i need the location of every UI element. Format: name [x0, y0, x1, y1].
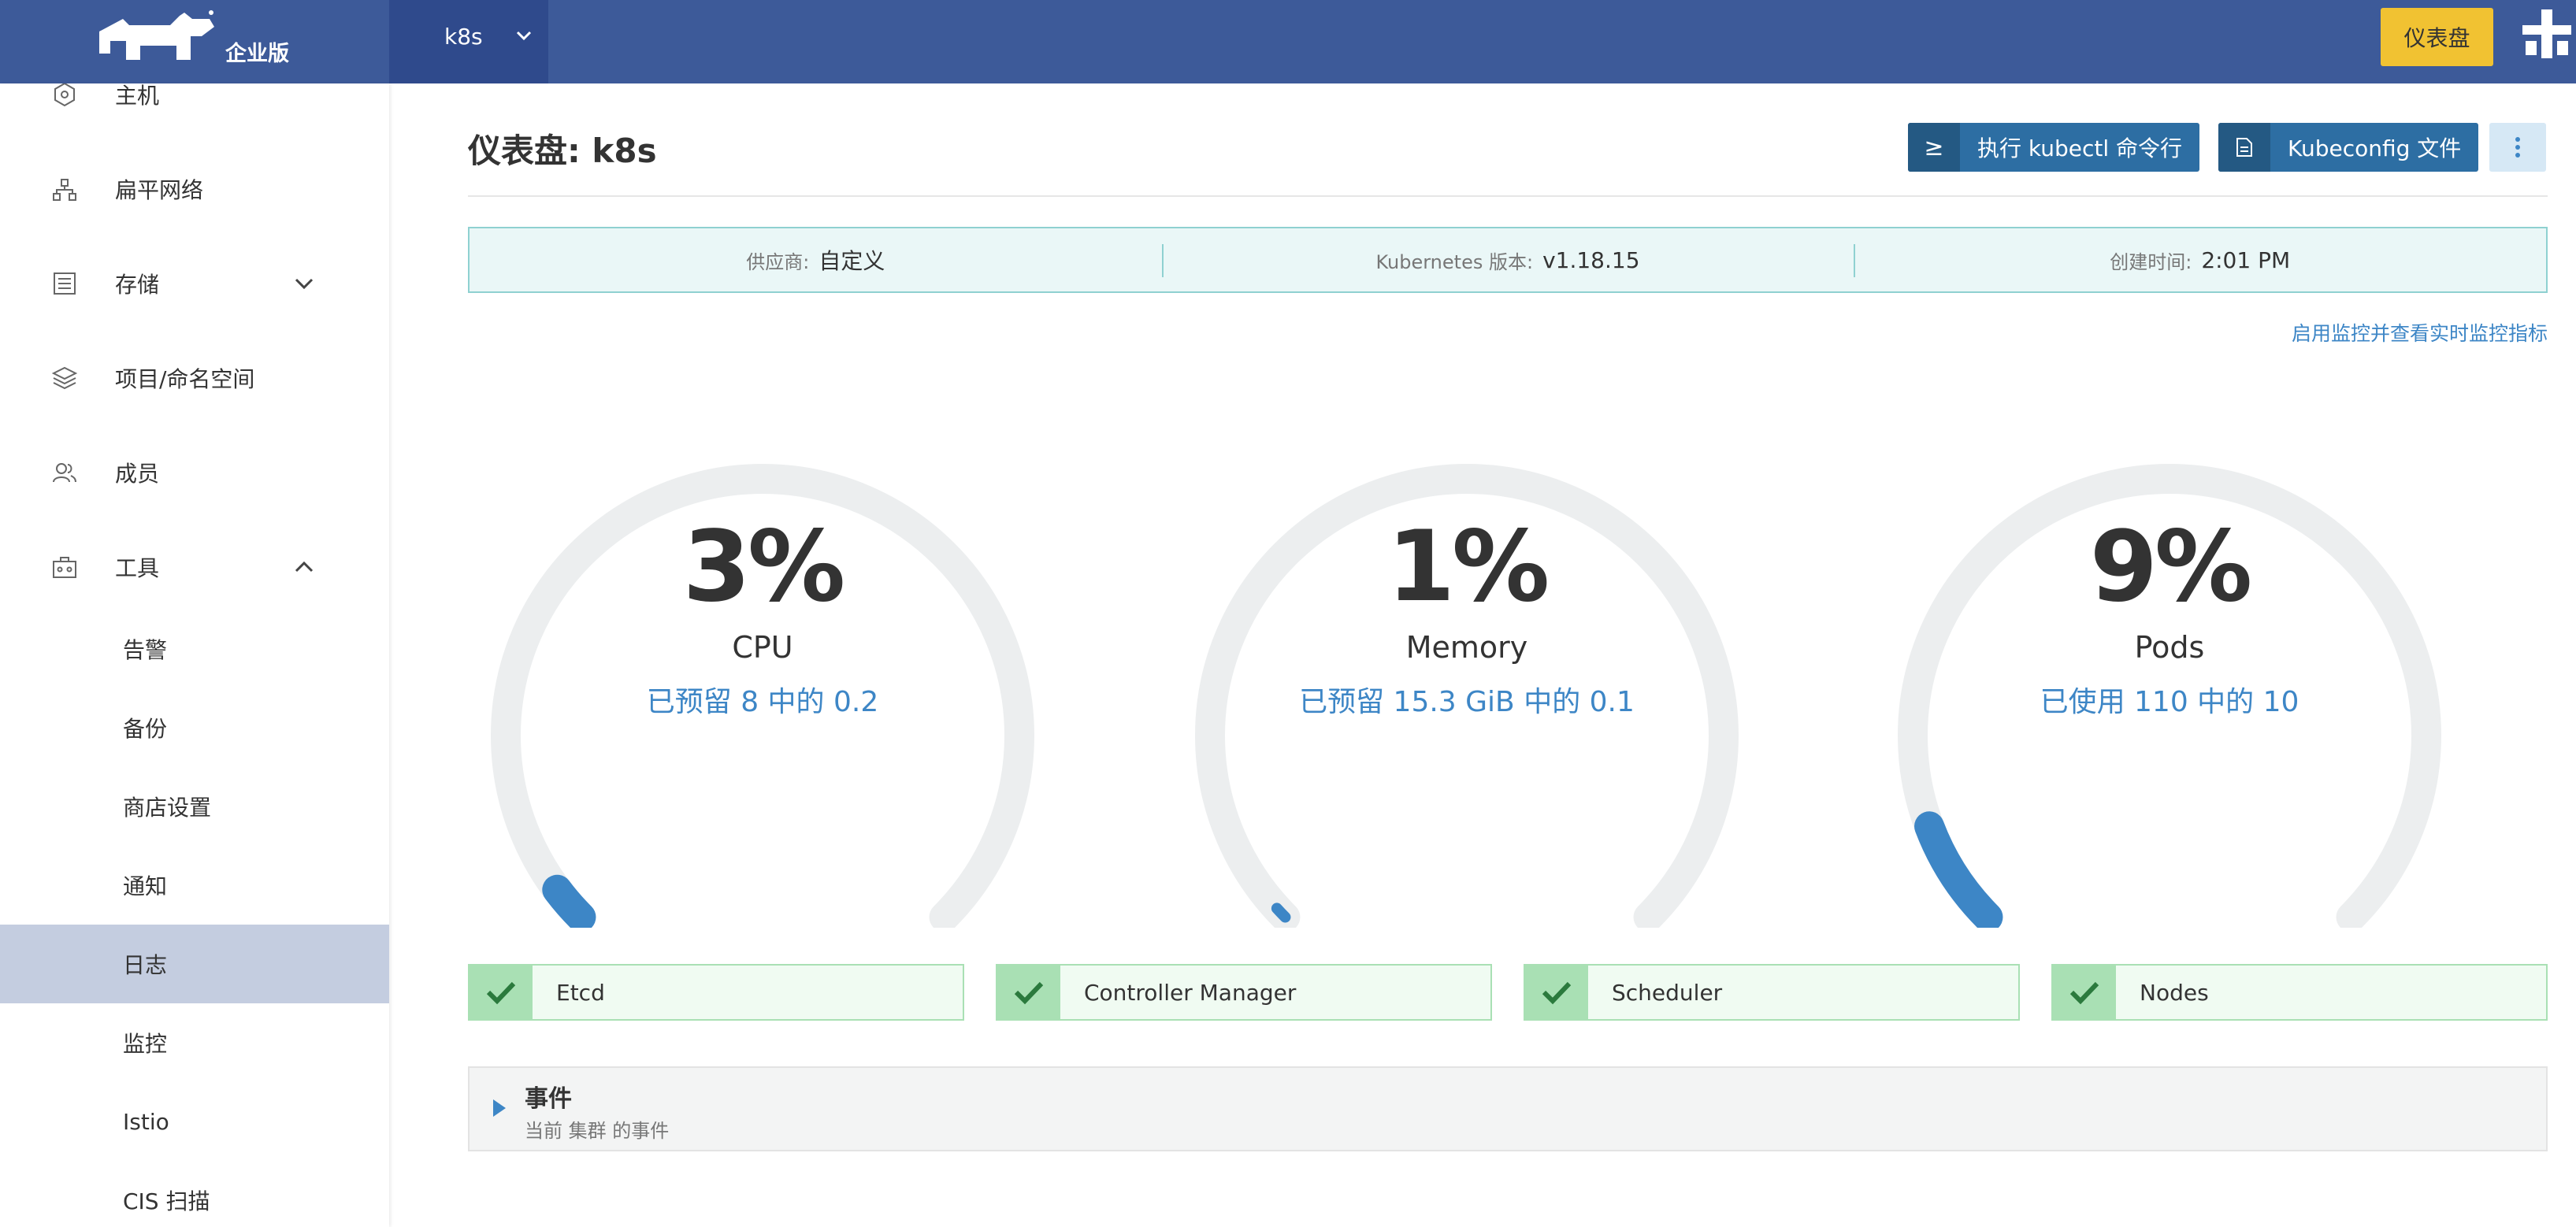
sidebar-item-projects[interactable]: 项目/命名空间	[0, 347, 389, 410]
component-label: Controller Manager	[1084, 979, 1297, 1006]
sidebar-subitem-logging[interactable]: 日志	[0, 925, 389, 1003]
sidebar-item-label: 存储	[115, 272, 160, 298]
sidebar-item-network[interactable]: 扁平网络	[0, 158, 389, 221]
events-panel[interactable]: 事件 当前 集群 的事件	[468, 1066, 2548, 1151]
gauge-pods: 9% Pods 已使用 110 中的 10	[1887, 376, 2452, 928]
version-value: v1.18.15	[1542, 247, 1640, 273]
user-avatar-icon	[2518, 5, 2576, 63]
gauge-cpu: 3% CPU 已预留 8 中的 0.2	[481, 376, 1045, 928]
sidebar-subitem-label: CIS 扫描	[123, 1188, 210, 1214]
check-icon	[997, 966, 1060, 1019]
sidebar-item-label: 扁平网络	[115, 177, 204, 203]
component-status-nodes: Nodes	[2051, 964, 2548, 1021]
gauge-percent: 1%	[1386, 510, 1550, 624]
host-icon	[54, 83, 75, 107]
sidebar-subitem-catalog-settings[interactable]: 商店设置	[0, 767, 389, 846]
sidebar: 主机 扁平网络 存储 项目/命名空间 成员 工具 告警 备份 商店设置 通知 日…	[0, 83, 389, 1227]
sidebar-item-label: 主机	[115, 83, 160, 109]
events-subtitle: 当前 集群 的事件	[525, 1120, 670, 1142]
gauge-percent: 9%	[2089, 510, 2253, 624]
provider-value: 自定义	[818, 248, 885, 274]
gauge-detail: 已预留 15.3 GiB 中的 0.1	[1299, 686, 1635, 718]
sidebar-subitem-label: 备份	[123, 716, 168, 742]
sidebar-subitem-monitoring[interactable]: 监控	[0, 1003, 389, 1082]
kubectl-button-label: 执行 kubectl 命令行	[1977, 135, 2183, 161]
network-icon	[53, 179, 76, 201]
provider-label: 供应商:	[746, 250, 810, 273]
chevron-down-icon[interactable]	[291, 271, 317, 296]
gauge-value-arc	[1271, 903, 1291, 923]
enable-monitoring-link[interactable]: 启用监控并查看实时监控指标	[2292, 318, 2548, 347]
gauge-detail: 已预留 8 中的 0.2	[646, 686, 879, 718]
component-status-etcd: Etcd	[468, 964, 964, 1021]
cluster-switcher[interactable]: k8s	[389, 0, 548, 83]
kubeconfig-button-label: Kubeconfig 文件	[2288, 135, 2462, 161]
sidebar-item-hosts[interactable]: 主机	[0, 83, 389, 126]
sidebar-subitem-label: 通知	[123, 873, 168, 899]
sidebar-subitem-label: 日志	[123, 952, 168, 978]
component-label: Nodes	[2140, 979, 2209, 1006]
sidebar-subitem-label: 监控	[123, 1031, 168, 1057]
page-title: 仪表盘: k8s	[468, 132, 657, 170]
sidebar-subitem-istio[interactable]: Istio	[0, 1082, 389, 1161]
check-icon	[470, 966, 533, 1019]
gauge-detail: 已使用 110 中的 10	[2040, 686, 2299, 718]
members-icon	[53, 463, 76, 483]
chevron-down-icon	[516, 31, 532, 41]
gauge-name: Memory	[1405, 630, 1528, 665]
events-title: 事件	[525, 1085, 572, 1113]
cluster-name: k8s	[444, 24, 483, 50]
sidebar-item-members[interactable]: 成员	[0, 441, 389, 504]
check-icon	[1525, 966, 1588, 1019]
expand-triangle-icon[interactable]	[493, 1099, 506, 1117]
sidebar-subitem-label: 商店设置	[123, 795, 212, 821]
cluster-info-bar: 供应商: 自定义 Kubernetes 版本: v1.18.15 创建时间: 2…	[468, 227, 2548, 293]
version-label: Kubernetes 版本:	[1375, 250, 1534, 273]
top-bar: 企业版 k8s 仪表盘	[0, 0, 2576, 83]
created-info: 创建时间: 2:01 PM	[1854, 228, 2546, 291]
avatar[interactable]	[2518, 5, 2576, 63]
terminal-icon: ≥	[1908, 123, 1960, 172]
gauge-name: CPU	[732, 630, 793, 665]
gauge-value-arc	[542, 874, 596, 928]
check-icon	[2053, 966, 2116, 1019]
created-value: 2:01 PM	[2201, 247, 2291, 273]
gauge-name: Pods	[2134, 630, 2205, 665]
logo[interactable]: 企业版	[0, 0, 389, 83]
provider-info: 供应商: 自定义	[470, 228, 1162, 291]
sidebar-subitem-alerts[interactable]: 告警	[0, 610, 389, 688]
kubeconfig-file-button[interactable]: Kubeconfig 文件	[2218, 123, 2479, 172]
sidebar-item-label: 项目/命名空间	[115, 366, 255, 392]
more-actions-button[interactable]	[2489, 123, 2546, 172]
gauge-value-arc	[1914, 811, 2003, 928]
component-status-scheduler: Scheduler	[1524, 964, 2020, 1021]
file-icon	[2218, 123, 2270, 172]
dashboard-button[interactable]: 仪表盘	[2381, 8, 2493, 66]
gauge-percent: 3%	[682, 510, 846, 624]
rancher-logo-icon	[99, 10, 214, 60]
gauge-memory: 1% Memory 已预留 15.3 GiB 中的 0.1	[1185, 376, 1749, 928]
sidebar-subitem-notifiers[interactable]: 通知	[0, 846, 389, 925]
more-vertical-icon	[2515, 137, 2520, 158]
header-divider	[468, 195, 2548, 197]
chevron-up-icon[interactable]	[291, 554, 317, 580]
sidebar-subitem-label: 告警	[123, 637, 168, 663]
sidebar-subitem-label: Istio	[123, 1108, 169, 1135]
layers-icon	[51, 366, 78, 390]
component-status-controller-manager: Controller Manager	[996, 964, 1492, 1021]
created-label: 创建时间:	[2110, 250, 2192, 273]
sidebar-item-label: 工具	[115, 555, 160, 581]
kubectl-shell-button[interactable]: ≥ 执行 kubectl 命令行	[1908, 123, 2200, 172]
component-label: Etcd	[556, 979, 605, 1006]
sidebar-item-label: 成员	[115, 461, 160, 487]
sidebar-subitem-backups[interactable]: 备份	[0, 688, 389, 767]
sidebar-subitem-cis-scan[interactable]: CIS 扫描	[0, 1161, 389, 1227]
toolbox-icon	[53, 557, 76, 578]
storage-icon	[54, 272, 76, 295]
component-label: Scheduler	[1612, 979, 1723, 1006]
sidebar-item-tools[interactable]: 工具	[0, 536, 389, 599]
version-info: Kubernetes 版本: v1.18.15	[1161, 228, 1854, 291]
sidebar-item-storage[interactable]: 存储	[0, 252, 389, 315]
edition-label: 企业版	[225, 42, 289, 66]
